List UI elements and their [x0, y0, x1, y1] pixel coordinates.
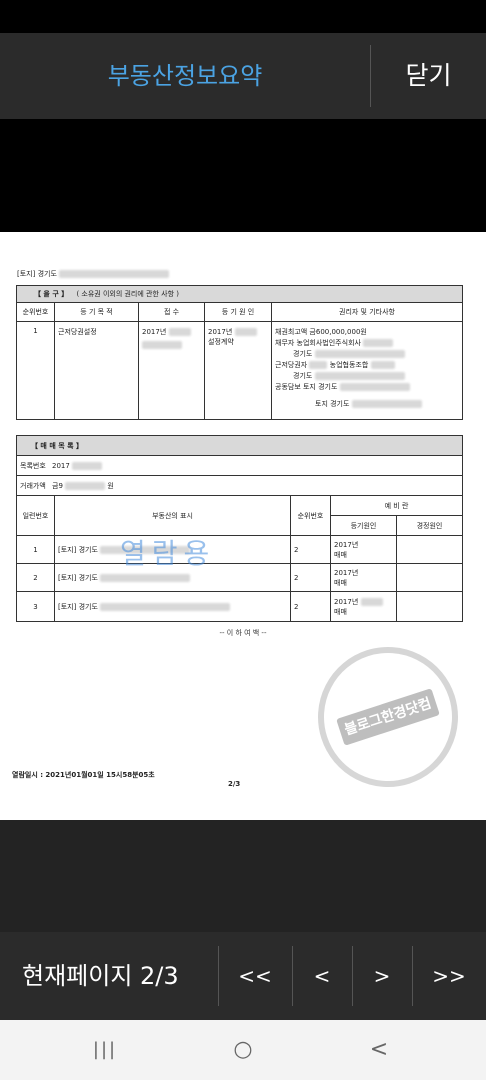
close-button[interactable]: 닫기 — [371, 33, 486, 119]
view-datetime: 열람일시 : 2021년01월01일 15시58분05초 — [12, 771, 155, 779]
document-page-number: 2/3 — [228, 780, 241, 788]
column-header: 등 기 목 적 — [54, 302, 139, 322]
page-title: 부동산정보요약 — [107, 62, 263, 90]
current-page-label: 현재페이지 2/3 — [22, 962, 179, 990]
column-header: 순위번호 — [16, 302, 55, 322]
end-of-record: -- 이 하 여 백 -- — [219, 629, 267, 637]
recent-apps-icon[interactable]: ||| — [60, 1020, 150, 1080]
table-row: 3 [토지] 경기도 2 2017년 매매 — [16, 591, 463, 622]
document-page: [토지] 경기도 【 을 구 】 ( 소유권 이외의 권리에 관한 사항 ) 순… — [0, 232, 486, 820]
eul-section-header: 【 을 구 】 ( 소유권 이외의 권리에 관한 사항 ) — [16, 285, 463, 303]
eul-section-table: 【 을 구 】 ( 소유권 이외의 권리에 관한 사항 ) 순위번호 등 기 목… — [16, 285, 463, 420]
system-navigation-bar: ||| ○ < — [0, 1020, 486, 1080]
viewer-bottom-margin — [0, 820, 486, 932]
column-header: 순위번호 — [290, 495, 331, 536]
column-header: 등 기 원 인 — [204, 302, 272, 322]
column-header: 예 비 란 — [330, 495, 463, 516]
trade-list-header: 【 매 매 목 록 】 — [16, 435, 463, 456]
first-page-button[interactable]: << — [218, 932, 292, 1020]
page-navigation-bar: 현재페이지 2/3 << < > >> — [0, 932, 486, 1020]
home-icon[interactable]: ○ — [198, 1020, 288, 1080]
table-row: 1 근저당권설정 2017년 2017년 설정계약 채권최고액 금600,000… — [16, 321, 463, 420]
column-header: 등기원인 — [330, 515, 397, 536]
blog-watermark-stamp: 블로그한경닷컴 — [299, 628, 477, 806]
document-address: [토지] 경기도 — [17, 269, 170, 279]
back-icon[interactable]: < — [334, 1020, 424, 1080]
last-page-button[interactable]: >> — [412, 932, 486, 1020]
column-header: 일련번호 — [16, 495, 55, 536]
title-bar: 부동산정보요약 닫기 — [0, 33, 486, 119]
table-row: 2 [토지] 경기도 2 2017년 매매 — [16, 563, 463, 592]
trade-list-table: 【 매 매 목 록 】 목록번호 2017 거래가액 금9 원 일련번호 부동산… — [16, 435, 463, 622]
status-bar — [0, 0, 486, 33]
column-header: 권리자 및 기타사항 — [271, 302, 463, 322]
column-header: 경정원인 — [396, 515, 463, 536]
table-row: 1 [토지] 경기도 2 2017년 매매 — [16, 535, 463, 564]
viewer-top-margin — [0, 119, 486, 232]
column-header: 접 수 — [138, 302, 205, 322]
next-page-button[interactable]: > — [352, 932, 412, 1020]
redacted-text — [59, 270, 170, 278]
inspection-watermark: 열람용 — [120, 537, 216, 570]
column-header: 부동산의 표시 — [54, 495, 291, 536]
prev-page-button[interactable]: < — [292, 932, 352, 1020]
